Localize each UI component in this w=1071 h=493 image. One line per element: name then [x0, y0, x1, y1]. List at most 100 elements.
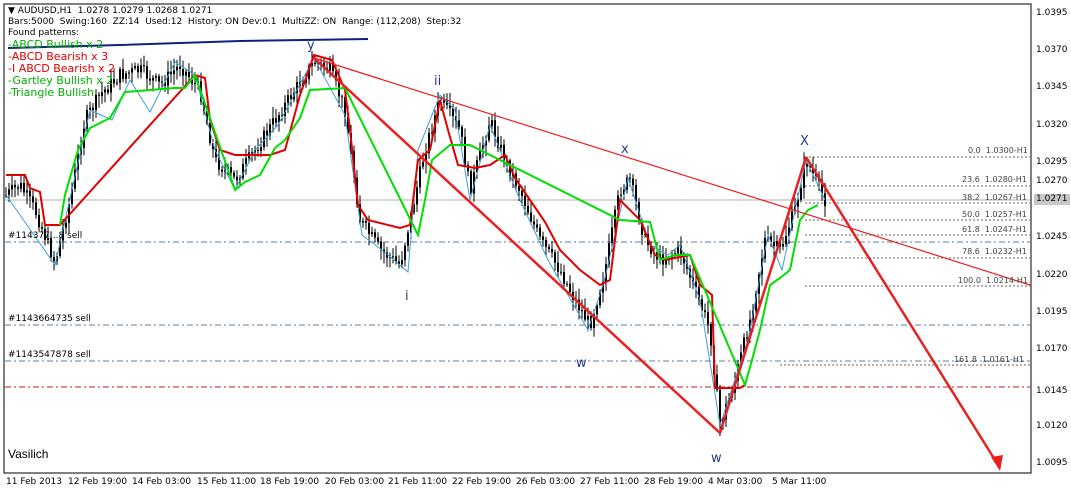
candle-body	[188, 71, 190, 78]
candle-body	[746, 337, 748, 339]
candle-body	[182, 69, 184, 76]
candle-body	[287, 95, 289, 103]
time-label: 18 Feb 19:00	[260, 477, 320, 487]
time-label: 27 Feb 11:00	[580, 477, 640, 487]
candle-body	[704, 310, 706, 313]
price-tick: 1.0220	[1036, 270, 1068, 280]
fib-label: 78.6 1.0232-H1	[962, 247, 1027, 256]
candle-body	[566, 283, 568, 285]
candle-body	[584, 310, 586, 320]
fib-label: 61.8 1.0247-H1	[962, 225, 1027, 234]
candle-body	[707, 312, 709, 325]
candle-body	[236, 176, 238, 181]
candle-body	[563, 272, 565, 284]
candle-body	[29, 190, 31, 197]
pattern-item: -Triangle Bullish	[8, 86, 95, 99]
fib-label: 0.0 1.0300-H1	[968, 146, 1028, 155]
candle-body	[266, 130, 268, 136]
candle-body	[470, 171, 472, 194]
candle-body	[392, 256, 394, 258]
candle-body	[98, 94, 100, 96]
candle-body	[245, 158, 247, 165]
wave-label-y: y	[307, 38, 315, 53]
candle-body	[41, 227, 43, 229]
wave-label-x: x	[621, 142, 629, 157]
candle-body	[53, 256, 55, 261]
candle-body	[125, 73, 127, 79]
time-label: 28 Feb 19:00	[644, 477, 704, 487]
candle-body	[32, 196, 34, 203]
wave-label-w: w	[576, 356, 587, 371]
candle-body	[404, 245, 406, 260]
price-tick: 1.0270	[1036, 176, 1068, 186]
candle-body	[104, 89, 106, 93]
order-label: #1143547878 sell	[8, 350, 91, 360]
candle-body	[146, 66, 148, 79]
time-label: 4 Mar 03:00	[708, 477, 763, 487]
price-tick: 1.0120	[1036, 421, 1068, 431]
candle-body	[122, 69, 124, 79]
time-label: 26 Feb 03:00	[516, 477, 576, 487]
candle-body	[530, 212, 532, 222]
candle-body	[560, 271, 562, 273]
candle-body	[140, 65, 142, 73]
candle-body	[251, 152, 253, 154]
price-tick: 1.0345	[1036, 82, 1068, 92]
candle-body	[773, 241, 775, 247]
candle-body	[422, 162, 424, 167]
candle-body	[20, 182, 22, 189]
price-tick: 1.0145	[1036, 386, 1068, 396]
fib-label: 38.2 1.0267-H1	[962, 193, 1027, 202]
price-tick: 1.0095	[1036, 458, 1068, 468]
price-tick: 1.0195	[1036, 307, 1068, 317]
candle-body	[329, 63, 331, 71]
order-label: #1143664735 sell	[8, 314, 91, 324]
candle-body	[365, 220, 367, 223]
fib-label: 23.6 1.0280-H1	[962, 175, 1027, 184]
candle-body	[371, 232, 373, 234]
candle-body	[548, 246, 550, 249]
candle-body	[14, 184, 16, 188]
candle-body	[158, 76, 160, 82]
candle-body	[119, 69, 121, 83]
candle-body	[569, 283, 571, 292]
candle-body	[65, 222, 67, 228]
candle-body	[143, 65, 145, 67]
candle-body	[542, 236, 544, 240]
candle-body	[116, 82, 118, 84]
candle-body	[536, 224, 538, 228]
candle-body	[107, 89, 109, 93]
collapse-triangle-icon[interactable]: ▼	[8, 6, 18, 16]
time-label: 14 Feb 03:00	[132, 477, 192, 487]
price-tick: 1.0320	[1036, 120, 1068, 130]
candle-body	[161, 81, 163, 83]
candle-body	[785, 236, 787, 245]
candle-body	[260, 147, 262, 151]
time-label: 20 Feb 03:00	[325, 477, 385, 487]
price-tick: 1.0295	[1036, 157, 1068, 167]
candle-body	[524, 195, 526, 207]
symbol-title: AUDUSD,H1 1.0278 1.0279 1.0268 1.0271	[17, 6, 213, 16]
candle-body	[23, 182, 25, 193]
candle-body	[128, 72, 130, 74]
candle-body	[521, 190, 523, 196]
candle-body	[176, 66, 178, 71]
candle-body	[401, 259, 403, 265]
candle-body	[155, 76, 157, 78]
candle-body	[629, 177, 631, 179]
candle-body	[137, 66, 139, 73]
candle-body	[101, 92, 103, 96]
time-label: 21 Feb 11:00	[388, 477, 448, 487]
candle-body	[710, 324, 712, 346]
candle-body	[149, 78, 151, 81]
price-chart[interactable]	[0, 0, 1071, 493]
candle-body	[92, 107, 94, 110]
wave-label-i: i	[405, 289, 409, 304]
candle-body	[275, 118, 277, 123]
candle-body	[134, 66, 136, 69]
candle-body	[8, 189, 10, 195]
candle-body	[38, 215, 40, 228]
chart-window[interactable]: ▼ AUDUSD,H1 1.0278 1.0279 1.0268 1.0271 …	[0, 0, 1071, 493]
candle-body	[272, 118, 274, 125]
candle-body	[341, 96, 343, 98]
